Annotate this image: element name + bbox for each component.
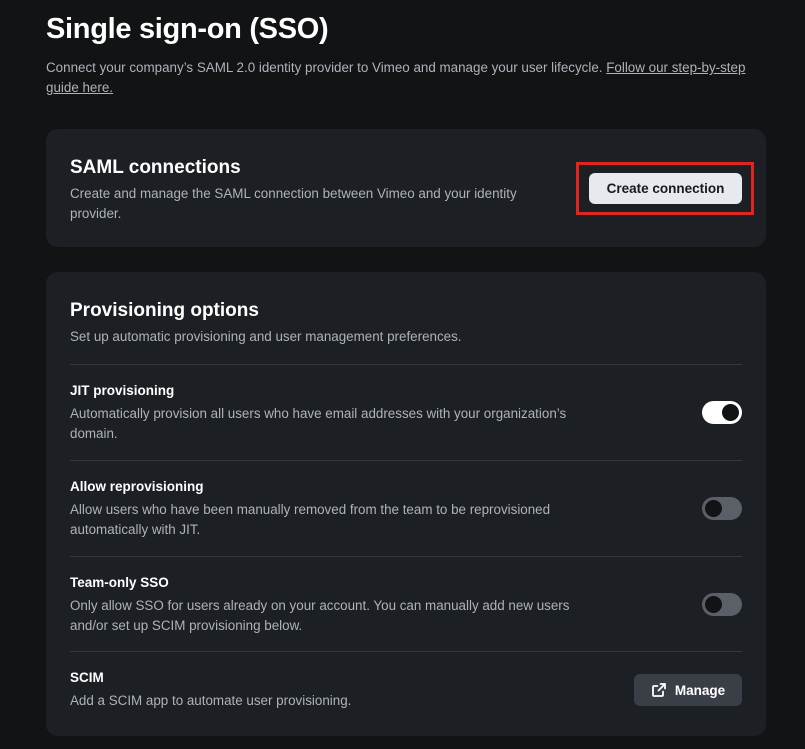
jit-provisioning-toggle[interactable] <box>702 401 742 424</box>
divider <box>70 556 742 557</box>
scim-description: Add a SCIM app to automate user provisio… <box>70 693 352 708</box>
create-connection-button[interactable]: Create connection <box>589 173 742 204</box>
provisioning-options-description: Set up automatic provisioning and user m… <box>70 329 462 344</box>
saml-connections-title: SAML connections <box>70 157 241 178</box>
toggle-knob <box>705 596 722 613</box>
manage-button-label: Manage <box>674 682 726 698</box>
team-only-sso-description: Only allow SSO for users already on your… <box>70 598 570 633</box>
external-link-icon <box>651 682 667 698</box>
scim-title: SCIM <box>70 670 104 685</box>
sso-settings-page: Single sign-on (SSO) Connect your compan… <box>0 0 805 749</box>
toggle-knob <box>705 500 722 517</box>
divider <box>70 364 742 365</box>
jit-provisioning-title: JIT provisioning <box>70 383 175 398</box>
allow-reprovisioning-title: Allow reprovisioning <box>70 479 204 494</box>
divider <box>70 460 742 461</box>
toggle-knob <box>722 404 739 421</box>
allow-reprovisioning-toggle[interactable] <box>702 497 742 520</box>
team-only-sso-title: Team-only SSO <box>70 575 169 590</box>
team-only-sso-toggle[interactable] <box>702 593 742 616</box>
saml-connections-card: SAML connections Create and manage the S… <box>46 129 766 247</box>
allow-reprovisioning-description: Allow users who have been manually remov… <box>70 502 551 537</box>
provisioning-options-title: Provisioning options <box>70 300 259 321</box>
page-title: Single sign-on (SSO) <box>46 13 329 45</box>
jit-provisioning-description: Automatically provision all users who ha… <box>70 406 567 441</box>
provisioning-options-card: Provisioning options Set up automatic pr… <box>46 272 766 736</box>
page-description-text: Connect your company’s SAML 2.0 identity… <box>46 60 603 75</box>
saml-connections-description: Create and manage the SAML connection be… <box>70 186 517 221</box>
page-description: Connect your company’s SAML 2.0 identity… <box>46 58 756 98</box>
divider <box>70 651 742 652</box>
scim-manage-button[interactable]: Manage <box>634 674 742 706</box>
